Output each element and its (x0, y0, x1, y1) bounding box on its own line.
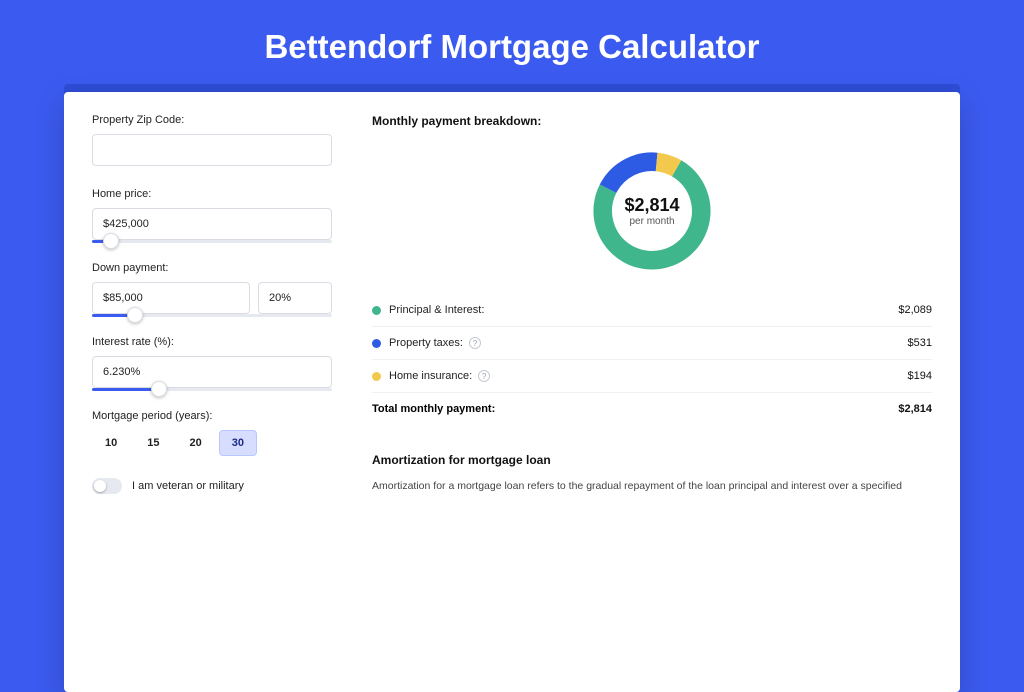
form-column: Property Zip Code: Home price: Down paym… (92, 114, 352, 670)
total-row: Total monthly payment: $2,814 (372, 392, 932, 425)
breakdown-label: Home insurance: (389, 370, 472, 382)
legend-dot-icon (372, 372, 381, 381)
breakdown-rows: Principal & Interest: $2,089 Property taxe… (372, 294, 932, 392)
field-rate: Interest rate (%): (92, 336, 332, 388)
field-zip: Property Zip Code: (92, 114, 332, 166)
veteran-label: I am veteran or military (132, 480, 244, 492)
period-option-20[interactable]: 20 (177, 430, 215, 456)
field-price: Home price: (92, 188, 332, 240)
down-label: Down payment: (92, 262, 332, 274)
breakdown-title: Monthly payment breakdown: (372, 114, 932, 128)
period-option-15[interactable]: 15 (134, 430, 172, 456)
zip-input[interactable] (92, 134, 332, 166)
payment-donut: $2,814 per month (587, 146, 717, 276)
amortization-section: Amortization for mortgage loan Amortizat… (372, 453, 932, 495)
price-input[interactable] (92, 208, 332, 240)
rate-label: Interest rate (%): (92, 336, 332, 348)
period-option-10[interactable]: 10 (92, 430, 130, 456)
price-label: Home price: (92, 188, 332, 200)
donut-wrap: $2,814 per month (372, 138, 932, 294)
info-icon[interactable]: ? (478, 370, 490, 382)
period-options: 10152030 (92, 430, 332, 456)
down-amount-input[interactable] (92, 282, 250, 314)
period-label: Mortgage period (years): (92, 410, 332, 422)
breakdown-label: Principal & Interest: (389, 304, 484, 316)
field-down: Down payment: (92, 262, 332, 314)
total-label: Total monthly payment: (372, 403, 495, 415)
rate-input[interactable] (92, 356, 332, 388)
page-title: Bettendorf Mortgage Calculator (0, 0, 1024, 84)
period-option-30[interactable]: 30 (219, 430, 257, 456)
donut-center-label: per month (629, 216, 674, 227)
amort-title: Amortization for mortgage loan (372, 453, 932, 467)
zip-label: Property Zip Code: (92, 114, 332, 126)
calculator-card: Property Zip Code: Home price: Down paym… (64, 92, 960, 692)
breakdown-value: $194 (908, 370, 932, 382)
breakdown-row: Home insurance:? $194 (372, 359, 932, 392)
veteran-row: I am veteran or military (92, 478, 332, 494)
amort-text: Amortization for a mortgage loan refers … (372, 479, 932, 495)
legend-dot-icon (372, 339, 381, 348)
breakdown-column: Monthly payment breakdown: $2,814 per mo… (352, 114, 932, 670)
down-pct-input[interactable] (258, 282, 332, 314)
total-value: $2,814 (898, 403, 932, 415)
legend-dot-icon (372, 306, 381, 315)
breakdown-row: Principal & Interest: $2,089 (372, 294, 932, 326)
breakdown-value: $2,089 (898, 304, 932, 316)
field-period: Mortgage period (years): 10152030 (92, 410, 332, 456)
breakdown-value: $531 (908, 337, 932, 349)
veteran-toggle[interactable] (92, 478, 122, 494)
donut-center-value: $2,814 (624, 195, 679, 216)
breakdown-label: Property taxes: (389, 337, 463, 349)
breakdown-row: Property taxes:? $531 (372, 326, 932, 359)
info-icon[interactable]: ? (469, 337, 481, 349)
